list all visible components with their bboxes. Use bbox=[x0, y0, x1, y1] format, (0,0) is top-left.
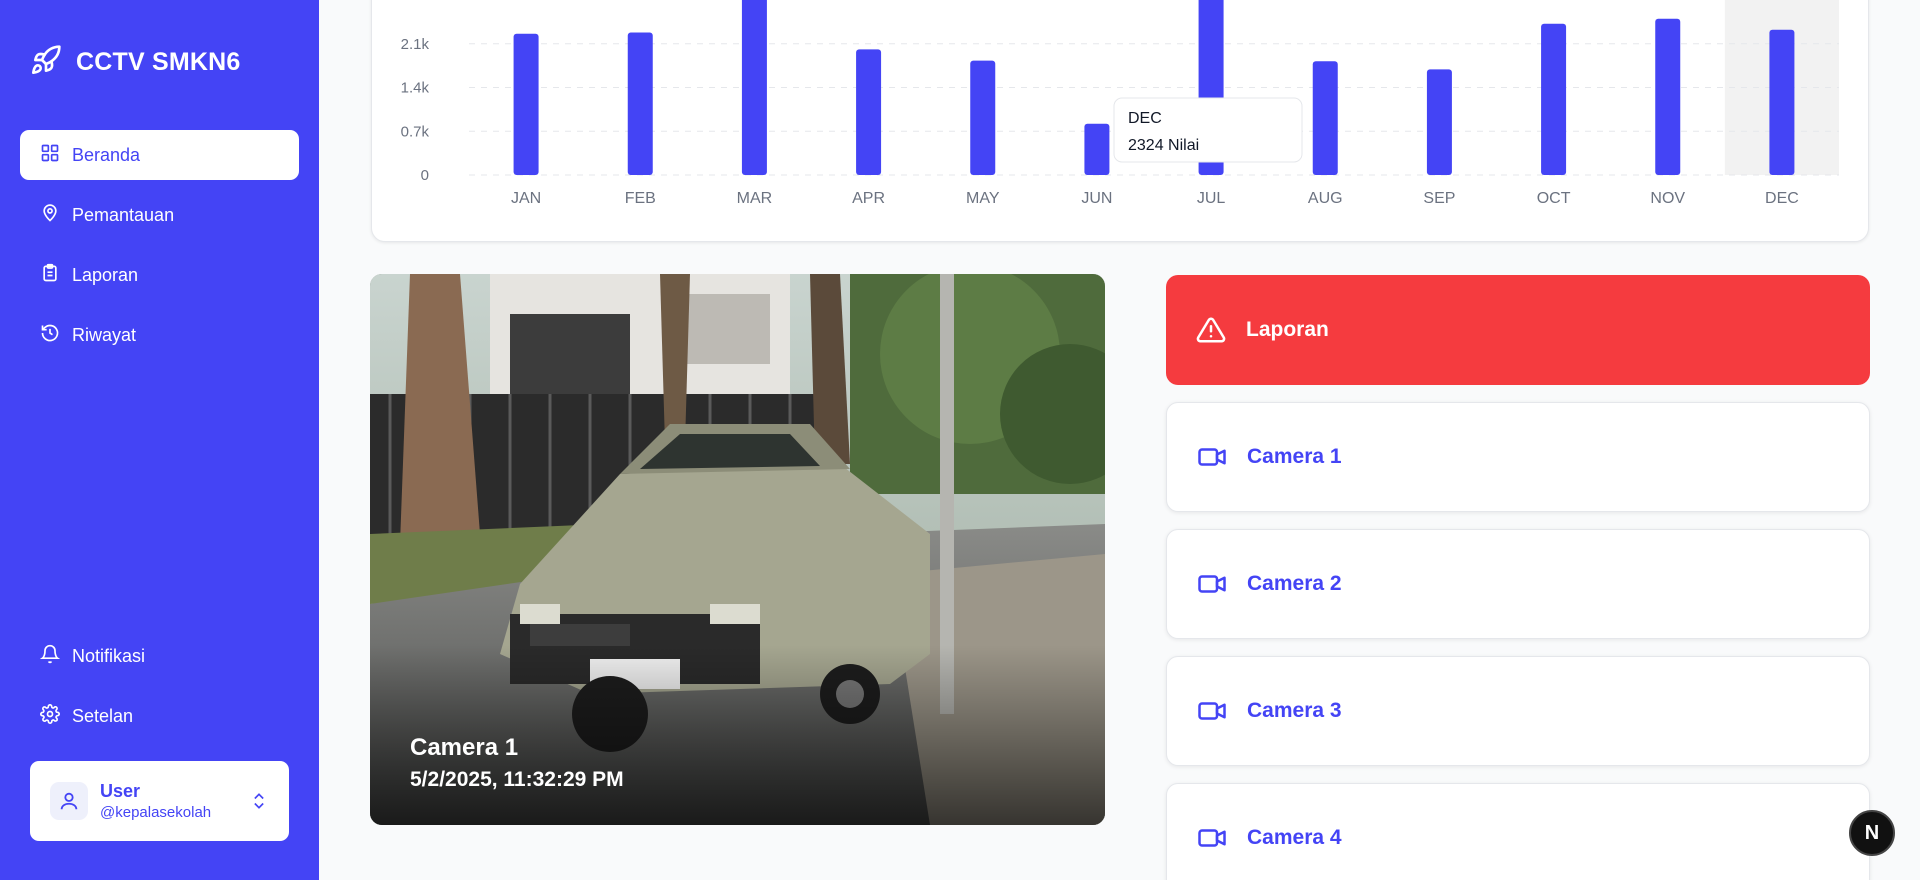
video-camera-icon bbox=[1198, 448, 1226, 466]
x-tick-label: FEB bbox=[625, 190, 656, 207]
bar-nov[interactable] bbox=[1655, 18, 1681, 175]
camera-2-button[interactable]: Camera 2 bbox=[1166, 529, 1870, 639]
sidebar-item-setelan[interactable]: Setelan bbox=[20, 691, 299, 741]
clipboard-icon bbox=[40, 263, 60, 288]
camera-button-label: Camera 1 bbox=[1247, 445, 1342, 468]
monthly-bar-chart: 0 0.7k 1.4k 2.1k JAN FEB MAR APR MAY JUN JUL AUG SEP… bbox=[401, 0, 1839, 207]
user-icon bbox=[60, 792, 78, 810]
sidebar: CCTV SMKN6 Beranda Pemantauan Laporan Ri… bbox=[0, 0, 319, 880]
tooltip-label: DEC bbox=[1128, 110, 1162, 127]
sidebar-nav: Beranda Pemantauan Laporan Riwayat bbox=[20, 130, 299, 370]
camera-button-label: Camera 4 bbox=[1247, 826, 1342, 849]
x-tick-label: MAR bbox=[737, 190, 773, 207]
y-tick-label: 0.7k bbox=[401, 123, 430, 140]
dev-tools-badge[interactable]: N bbox=[1849, 810, 1895, 856]
sidebar-item-label: Beranda bbox=[72, 144, 141, 165]
bar-mar[interactable] bbox=[741, 0, 767, 175]
sidebar-item-riwayat[interactable]: Riwayat bbox=[20, 310, 299, 360]
feed-camera-label: Camera 1 bbox=[410, 734, 519, 761]
y-tick-label: 2.1k bbox=[401, 36, 430, 53]
x-tick-label: AUG bbox=[1308, 190, 1343, 207]
sidebar-item-label: Riwayat bbox=[72, 324, 137, 345]
history-icon bbox=[40, 323, 60, 348]
location-icon bbox=[40, 203, 60, 228]
camera-feed[interactable]: Camera 1 5/2/2025, 11:32:29 PM bbox=[370, 274, 1105, 825]
bar-jun[interactable] bbox=[1084, 123, 1110, 175]
bar-dec[interactable] bbox=[1769, 29, 1795, 175]
x-tick-label: MAY bbox=[966, 190, 1000, 207]
user-menu[interactable]: User @kepalasekolah bbox=[30, 761, 289, 841]
video-camera-icon bbox=[1198, 702, 1226, 720]
video-camera-icon bbox=[1198, 829, 1226, 847]
grid-icon bbox=[40, 143, 60, 168]
x-tick-label: JUL bbox=[1197, 190, 1226, 207]
app-title: CCTV SMKN6 bbox=[76, 48, 241, 76]
sidebar-bottom-nav: Notifikasi Setelan bbox=[20, 631, 299, 751]
chevron-up-down-icon bbox=[254, 793, 264, 809]
sidebar-item-pemantauan[interactable]: Pemantauan bbox=[20, 190, 299, 240]
sidebar-item-beranda[interactable]: Beranda bbox=[20, 130, 299, 180]
sidebar-item-notifikasi[interactable]: Notifikasi bbox=[20, 631, 299, 681]
sidebar-item-label: Pemantauan bbox=[72, 204, 175, 225]
camera-button-label: Camera 3 bbox=[1247, 699, 1342, 722]
sidebar-item-label: Setelan bbox=[72, 705, 134, 726]
camera-button-label: Camera 2 bbox=[1247, 572, 1342, 595]
x-tick-label: JUN bbox=[1081, 190, 1112, 207]
bar-sep[interactable] bbox=[1426, 69, 1452, 175]
x-tick-label: SEP bbox=[1423, 190, 1455, 207]
chart-tooltip: DEC 2324 Nilai bbox=[1113, 97, 1303, 163]
bar-jan[interactable] bbox=[513, 33, 539, 175]
x-tick-label: NOV bbox=[1650, 190, 1685, 207]
tooltip-value: 2324 Nilai bbox=[1128, 137, 1199, 154]
bar-oct[interactable] bbox=[1541, 23, 1567, 175]
rocket-icon bbox=[30, 44, 62, 81]
bar-aug[interactable] bbox=[1312, 61, 1338, 175]
x-tick-label: JAN bbox=[511, 190, 541, 207]
bell-icon bbox=[39, 644, 61, 669]
warning-icon bbox=[1196, 317, 1226, 343]
bar-may[interactable] bbox=[970, 60, 996, 175]
video-camera-icon bbox=[1198, 575, 1226, 593]
report-button[interactable]: Laporan bbox=[1166, 275, 1870, 385]
bar-apr[interactable] bbox=[856, 49, 882, 175]
report-button-label: Laporan bbox=[1246, 318, 1329, 341]
gear-icon bbox=[40, 703, 60, 729]
camera-4-button[interactable]: Camera 4 bbox=[1166, 783, 1870, 880]
camera-3-button[interactable]: Camera 3 bbox=[1166, 656, 1870, 766]
x-tick-label: OCT bbox=[1537, 190, 1571, 207]
bar-feb[interactable] bbox=[627, 32, 653, 176]
sidebar-item-laporan[interactable]: Laporan bbox=[20, 250, 299, 300]
x-tick-label: APR bbox=[852, 190, 885, 207]
user-handle: @kepalasekolah bbox=[100, 804, 212, 821]
x-tick-label: DEC bbox=[1765, 190, 1799, 207]
sidebar-item-label: Notifikasi bbox=[72, 645, 146, 666]
avatar bbox=[50, 782, 88, 820]
y-tick-label: 0 bbox=[421, 167, 429, 184]
sidebar-item-label: Laporan bbox=[72, 264, 139, 285]
feed-timestamp: 5/2/2025, 11:32:29 PM bbox=[410, 768, 624, 791]
user-name: User bbox=[100, 781, 141, 801]
y-tick-label: 1.4k bbox=[401, 80, 430, 97]
camera-1-button[interactable]: Camera 1 bbox=[1166, 402, 1870, 512]
brand: CCTV SMKN6 bbox=[30, 44, 241, 81]
